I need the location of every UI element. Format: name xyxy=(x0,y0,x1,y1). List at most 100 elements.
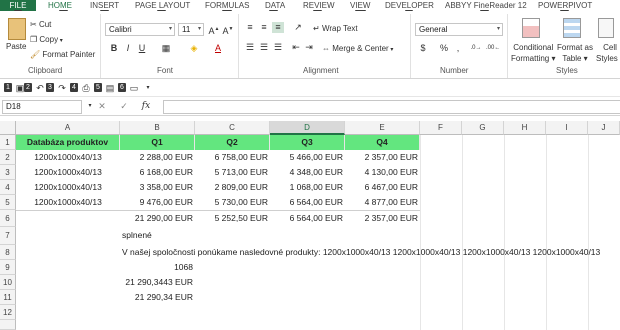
align-right-icon[interactable]: ☰ xyxy=(272,42,284,53)
row-header[interactable]: 2 xyxy=(0,150,16,165)
table-cell[interactable]: 1200x1000x40/13 xyxy=(16,150,120,165)
table-cell[interactable]: 5 466,00 EUR xyxy=(270,150,345,165)
name-box-dropdown-icon[interactable]: ▾ xyxy=(84,101,96,112)
column-header[interactable]: I xyxy=(546,121,588,135)
table-cell[interactable]: 4 130,00 EUR xyxy=(345,165,420,180)
increase-decimal-icon[interactable]: .0→ xyxy=(470,43,482,54)
align-middle-icon[interactable]: ≡ xyxy=(258,22,270,33)
column-header[interactable]: D xyxy=(270,121,345,135)
total-cell[interactable]: 21 290,00 EUR xyxy=(120,211,195,226)
borders-icon[interactable]: ▦ xyxy=(160,43,172,54)
row-header[interactable]: 1 xyxy=(0,135,16,150)
value-cell[interactable]: 1068 xyxy=(120,260,195,275)
row-header[interactable]: 5 xyxy=(0,195,16,210)
table-header-cell[interactable]: Q2 xyxy=(195,135,270,150)
column-header[interactable]: F xyxy=(420,121,462,135)
decrease-font-icon[interactable]: A▼ xyxy=(222,24,234,36)
row-header[interactable]: 7 xyxy=(0,227,16,245)
row-header[interactable]: 9 xyxy=(0,260,16,275)
enter-icon[interactable]: ✓ xyxy=(118,101,130,112)
align-left-icon[interactable]: ☰ xyxy=(244,42,256,53)
row-header[interactable]: 8 xyxy=(0,245,16,260)
font-color-icon[interactable]: A xyxy=(212,43,224,54)
open-icon[interactable]: ▭ xyxy=(128,83,140,94)
orientation-icon[interactable]: ↗ xyxy=(292,22,304,33)
increase-indent-icon[interactable]: ⇥ xyxy=(303,42,315,53)
currency-icon[interactable]: $ xyxy=(417,43,429,54)
qat-keytip[interactable]: 1 xyxy=(4,83,12,92)
print-icon[interactable]: ⎙ xyxy=(80,83,92,94)
qat-keytip[interactable]: 5 xyxy=(94,83,102,92)
decrease-decimal-icon[interactable]: .00← xyxy=(486,43,500,54)
comma-style-icon[interactable]: , xyxy=(452,43,464,54)
preview-icon[interactable]: ▤ xyxy=(104,83,116,94)
table-cell[interactable]: 5 713,00 EUR xyxy=(195,165,270,180)
table-cell[interactable]: 2 809,00 EUR xyxy=(195,180,270,195)
percent-icon[interactable]: % xyxy=(438,43,450,54)
increase-font-icon[interactable]: A▲ xyxy=(208,24,220,36)
table-header-cell[interactable]: Q1 xyxy=(120,135,195,150)
table-cell[interactable]: 1200x1000x40/13 xyxy=(16,180,120,195)
format-painter-button[interactable]: 🖌 Format Painter xyxy=(30,50,95,59)
table-cell[interactable]: 4 877,00 EUR xyxy=(345,195,420,210)
customize-qat-icon[interactable]: ▾ xyxy=(142,83,154,94)
table-cell[interactable]: 5 730,00 EUR xyxy=(195,195,270,210)
total-cell[interactable]: 5 252,50 EUR xyxy=(195,211,270,226)
table-cell[interactable]: 9 476,00 EUR xyxy=(120,195,195,210)
row-header[interactable]: 11 xyxy=(0,290,16,305)
redo-icon[interactable]: ↷ xyxy=(56,83,68,94)
align-top-icon[interactable]: ≡ xyxy=(244,22,256,33)
column-header[interactable]: B xyxy=(120,121,195,135)
table-cell[interactable]: 3 358,00 EUR xyxy=(120,180,195,195)
column-header[interactable]: E xyxy=(345,121,420,135)
table-header-cell[interactable]: Databáza produktov xyxy=(16,135,120,150)
merge-center-button[interactable]: ⇔ Merge & Center ▾ xyxy=(322,44,393,53)
column-header[interactable]: H xyxy=(504,121,546,135)
row-header[interactable]: 3 xyxy=(0,165,16,180)
value-cell[interactable]: 21 290,3443 EUR xyxy=(120,275,195,290)
qat-keytip[interactable]: 2 xyxy=(24,83,32,92)
wrap-text-button[interactable]: ↵ Wrap Text xyxy=(313,24,358,33)
cell-styles-button[interactable]: CellStyles ▾ xyxy=(596,42,620,64)
italic-icon[interactable]: I xyxy=(122,43,134,54)
total-cell[interactable]: 2 357,00 EUR xyxy=(345,211,420,226)
cut-button[interactable]: ✂ Cut xyxy=(30,20,51,29)
table-cell[interactable]: 6 168,00 EUR xyxy=(120,165,195,180)
row-header[interactable]: 6 xyxy=(0,210,16,227)
font-name-select[interactable]: Calibri ▾ xyxy=(105,23,175,36)
table-cell[interactable]: 1200x1000x40/13 xyxy=(16,165,120,180)
table-cell[interactable]: 6 467,00 EUR xyxy=(345,180,420,195)
font-size-select[interactable]: 11 ▾ xyxy=(178,23,204,36)
table-cell[interactable]: 6 564,00 EUR xyxy=(270,195,345,210)
conditional-formatting-button[interactable]: Conditional Formatting ▾ xyxy=(511,42,555,64)
qat-keytip[interactable]: 4 xyxy=(70,83,78,92)
row-header[interactable]: 12 xyxy=(0,305,16,320)
qat-keytip[interactable]: 3 xyxy=(46,83,54,92)
table-cell[interactable]: 4 348,00 EUR xyxy=(270,165,345,180)
table-header-cell[interactable]: Q3 xyxy=(270,135,345,150)
column-header[interactable]: A xyxy=(16,121,120,135)
undo-icon[interactable]: ↶ xyxy=(34,83,46,94)
total-cell[interactable]: 6 564,00 EUR xyxy=(270,211,345,226)
column-header[interactable]: G xyxy=(462,121,504,135)
decrease-indent-icon[interactable]: ⇤ xyxy=(290,42,302,53)
value-cell[interactable]: 21 290,34 EUR xyxy=(120,290,195,305)
table-header-cell[interactable]: Q4 xyxy=(345,135,420,150)
row-header[interactable]: 4 xyxy=(0,180,16,195)
bold-icon[interactable]: B xyxy=(108,43,120,54)
column-header[interactable]: C xyxy=(195,121,270,135)
fill-color-icon[interactable]: ◈ xyxy=(188,43,200,54)
qat-keytip[interactable]: 6 xyxy=(118,83,126,92)
format-as-table-button[interactable]: Format as Table ▾ xyxy=(557,42,593,64)
table-cell[interactable]: 2 357,00 EUR xyxy=(345,150,420,165)
number-format-select[interactable]: General ▾ xyxy=(415,23,503,36)
copy-button[interactable]: ❐ Copy ▾ xyxy=(30,35,63,44)
table-cell[interactable]: 1 068,00 EUR xyxy=(270,180,345,195)
row-header[interactable] xyxy=(0,320,16,330)
table-cell[interactable]: 6 758,00 EUR xyxy=(195,150,270,165)
column-header[interactable]: J xyxy=(588,121,620,135)
table-cell[interactable]: 2 288,00 EUR xyxy=(120,150,195,165)
cancel-icon[interactable]: ✕ xyxy=(96,101,108,112)
align-center-icon[interactable]: ☰ xyxy=(258,42,270,53)
underline-icon[interactable]: U xyxy=(136,43,148,54)
